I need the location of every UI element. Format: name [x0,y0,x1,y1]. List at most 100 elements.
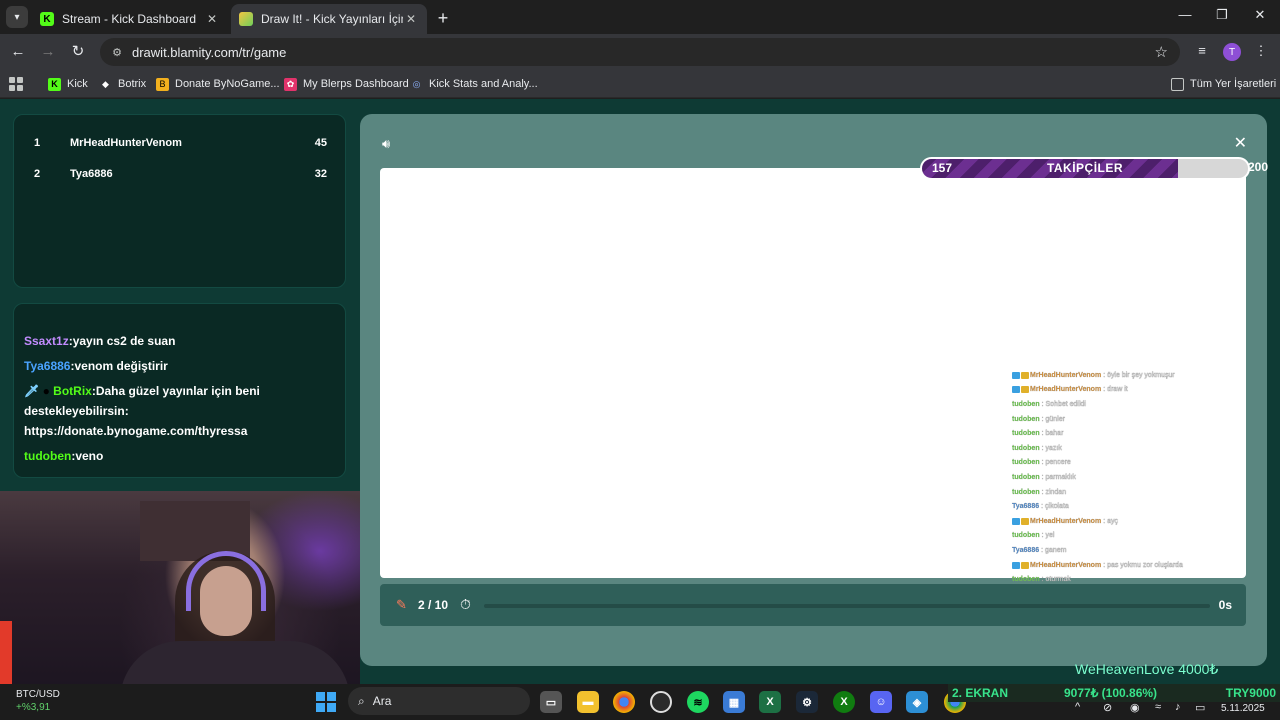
windows-start-icon[interactable] [316,692,336,712]
overlay-chat-username: tudoben [1012,400,1040,408]
rank: 1 [34,137,41,149]
discord-icon[interactable]: ☺ [870,691,892,713]
overlay-chat-text: : ayç [1103,517,1118,525]
close-icon[interactable]: ✕ [1234,133,1247,153]
kick-icon: K [48,77,61,91]
overlay-chat-text: : pas yokmu zor oluşlarda [1103,561,1183,569]
bot-badge-icon: ● [42,384,50,398]
tray-mic-icon[interactable]: ⊘ [1103,701,1112,714]
overlay-chat-username: tudoben [1012,430,1040,438]
rank: 2 [34,168,41,180]
overlay-chat-text: : ganem [1041,546,1067,554]
overlay-chat-text: : parmaklık [1041,473,1076,481]
timer-value: 0s [1218,598,1232,612]
followers-label: TAKİPÇİLER [1046,161,1124,175]
subscriber-badge-icon [1021,386,1029,394]
drawit-favicon-icon [239,12,253,26]
store-icon[interactable]: ▦ [723,691,745,713]
tab-title: Stream - Kick Dashboard [62,12,197,26]
tab-stream-dashboard[interactable]: K Stream - Kick Dashboard ✕ [32,4,228,34]
forward-icon[interactable]: → [38,42,58,62]
bookmark-blerps[interactable]: ✿ My Blerps Dashboard [284,75,409,93]
sound-icon[interactable]: 🔊︎ [382,136,390,152]
bookmark-donate[interactable]: B Donate ByNoGame... [156,75,280,93]
botrix-icon: ◆ [102,78,109,89]
blerps-icon: ✿ [284,77,297,91]
overlay-chat-text: : yel [1041,532,1055,540]
bookmarks-bar: K Kick ◆ Botrix B Donate ByNoGame... ✿ M… [0,70,1280,98]
bookmark-star-icon[interactable]: ☆ [1155,43,1168,61]
chat-text: :yayın cs2 de suan [68,334,176,348]
overlay-chat-line: MrHeadHunterVenom: pas yokmu zor oluşlar… [1012,558,1252,573]
site-info-icon[interactable]: ⚙ [108,46,126,59]
chrome-icon[interactable] [613,691,635,713]
ticker-title: BTC/USD [16,689,60,700]
close-tab-icon[interactable]: ✕ [403,12,419,26]
back-icon[interactable]: ← [8,42,28,62]
volume-icon[interactable]: ♪ [1175,701,1181,713]
bookmark-label: My Blerps Dashboard [303,78,409,90]
player-score: 45 [314,137,327,149]
timer-track [484,604,1210,608]
apps-grid-icon[interactable] [9,77,23,91]
menu-kebab-icon[interactable]: ⋮ [1252,43,1270,59]
tray-chevron-icon[interactable]: ^ [1075,701,1080,713]
player-name: Tya6886 [70,168,113,180]
steam-icon[interactable]: ⚙ [796,691,818,713]
minimize-icon[interactable]: — [1175,7,1195,22]
stopwatch-icon: ⏱ [460,596,471,612]
new-tab-icon[interactable]: + [434,8,452,29]
bookmark-botrix[interactable]: ◆ Botrix [99,75,146,93]
ticker-change: +%3,91 [16,702,51,713]
excel-icon[interactable]: X [759,691,781,713]
spotify-icon[interactable]: ≋ [687,691,709,713]
tab-title: Draw It! - Kick Yayınları İçin Çizim [261,12,403,26]
drawing-canvas[interactable]: MrHeadHunterVenom: öyle bir şey yokmuşur… [380,168,1246,583]
overlay-chat-username: tudoben [1012,459,1040,467]
overlay-chat-line: tudoben: yazık [1012,441,1252,456]
draw-game-modal: 🔊︎ ✕ MrHeadHunterVenom: öyle bir şey yok… [360,114,1269,666]
kodi-icon[interactable]: ◈ [906,691,928,713]
overlay-chat-line: tudoben: Sohbet edildi [1012,397,1252,412]
overlay-chat-text: : çikolata [1041,503,1069,511]
obs-icon[interactable] [650,691,672,713]
overlay-chat-line: tudoben: bahar [1012,426,1252,441]
bookmark-kick-stats[interactable]: ◎ Kick Stats and Analy... [410,75,538,93]
all-bookmarks[interactable]: Tüm Yer İşaretleri [1171,75,1276,93]
battery-icon[interactable]: ▭ [1195,701,1205,714]
close-window-icon[interactable]: ✕ [1250,7,1270,23]
taskbar-search[interactable]: ⌕ Ara [348,687,530,715]
ticker-widget[interactable]: BTC/USD +%3,91 [16,688,60,714]
file-explorer-icon[interactable]: ▬ [577,691,599,713]
close-tab-icon[interactable]: ✕ [204,12,220,26]
wifi-icon[interactable]: ≈ [1155,701,1161,713]
chat-message: tudoben:veno [24,446,324,466]
windows-taskbar: BTC/USD +%3,91 ⌕ Ara ▭ ▬ ≋ ▦ X ⚙ X ☺ ◈ 2… [0,684,1280,720]
chat-username: BotRix [53,384,92,398]
overlay-chat-username: tudoben [1012,415,1040,423]
tab-search-button[interactable]: ▾ [6,6,28,28]
url-text[interactable]: drawit.blamity.com/tr/game [132,45,286,60]
tab-draw-it[interactable]: Draw It! - Kick Yayınları İçin Çizim ✕ [231,4,427,34]
media-control-icon[interactable]: ≡ [1193,43,1211,58]
bynogame-icon: B [156,77,169,91]
task-view-icon[interactable]: ▭ [540,691,562,713]
overlay-chat-username: MrHeadHunterVenom [1030,386,1102,394]
followers-goal: 200 [1248,160,1269,174]
followers-goal-bar: 157 TAKİPÇİLER [920,157,1250,180]
address-bar[interactable]: ⚙ drawit.blamity.com/tr/game ☆ [100,38,1180,66]
overlay-chat-text: : pencere [1041,459,1071,467]
ticker-goal: TRY9000 [1225,686,1276,700]
chat-text: :veno [71,449,104,463]
sword-icon: 🗡 [24,384,40,398]
maximize-icon[interactable]: ❐ [1212,7,1232,23]
game-status-bar: ✎ 2 / 10 ⏱ 0s [380,584,1246,626]
overlay-chat-text: : oturmak [1041,576,1071,584]
reload-icon[interactable]: ↻ [68,42,88,62]
xbox-icon[interactable]: X [833,691,855,713]
bookmark-label: Kick [67,78,88,90]
tray-location-icon[interactable]: ◉ [1130,701,1140,714]
overlay-chat-username: MrHeadHunterVenom [1030,561,1102,569]
bookmark-kick[interactable]: K Kick [48,75,88,93]
profile-avatar[interactable]: T [1223,43,1241,61]
